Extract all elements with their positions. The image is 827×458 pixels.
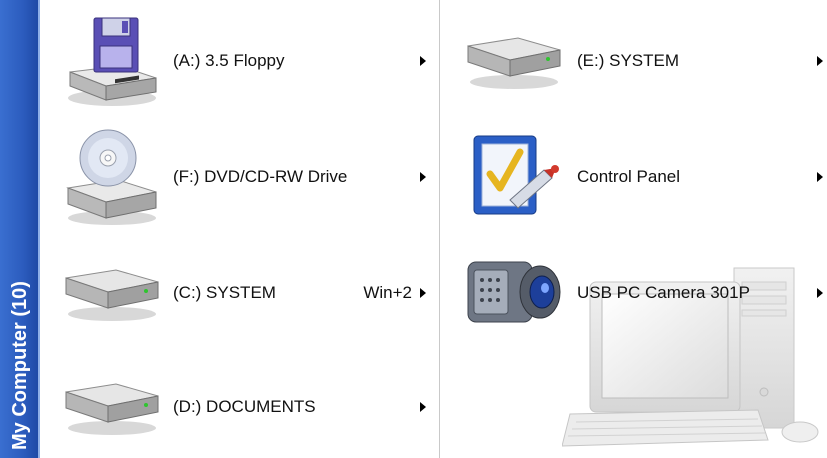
submenu-arrow-icon — [420, 402, 426, 412]
menu-item-system-c[interactable]: (C:) SYSTEM Win+2 — [60, 244, 438, 344]
sidebar-title: My Computer (10) — [9, 281, 31, 450]
menu-item-usb-camera[interactable]: USB PC Camera 301P — [462, 244, 827, 344]
menu-item-label: USB PC Camera 301P — [577, 283, 750, 302]
dvd-drive-icon — [66, 129, 157, 225]
column-divider — [439, 0, 440, 458]
hard-drive-icon — [467, 37, 561, 89]
submenu-arrow-icon — [420, 288, 426, 298]
submenu-arrow-icon — [420, 172, 426, 182]
sidebar-edge — [38, 0, 40, 458]
submenu-arrow-icon — [817, 56, 823, 66]
menu-item-label: (A:) 3.5 Floppy — [173, 51, 285, 70]
camcorder-icon — [467, 261, 561, 323]
menu-item-floppy-a[interactable]: (A:) 3.5 Floppy — [60, 12, 438, 112]
submenu-arrow-icon — [420, 56, 426, 66]
menu-item-label: (C:) SYSTEM — [173, 283, 276, 302]
menu-item-label: (E:) SYSTEM — [577, 51, 680, 70]
menu-item-dvd-f[interactable]: (F:) DVD/CD-RW Drive — [60, 128, 438, 228]
submenu-arrow-icon — [817, 172, 823, 182]
menu-item-label: (F:) DVD/CD-RW Drive — [173, 167, 348, 186]
menu-item-documents-d[interactable]: (D:) DOCUMENTS — [60, 358, 438, 458]
floppy-drive-icon — [68, 17, 157, 106]
hard-drive-icon — [65, 383, 159, 435]
menu-item-label: (D:) DOCUMENTS — [173, 397, 316, 416]
shortcut-label: Win+2 — [363, 283, 412, 302]
menu-item-system-e[interactable]: (E:) SYSTEM — [462, 12, 827, 112]
control-panel-icon — [473, 135, 559, 215]
submenu-arrow-icon — [817, 288, 823, 298]
menu-item-label: Control Panel — [577, 167, 681, 186]
hard-drive-icon — [65, 269, 159, 321]
menu-item-control-panel[interactable]: Control Panel — [462, 128, 827, 228]
